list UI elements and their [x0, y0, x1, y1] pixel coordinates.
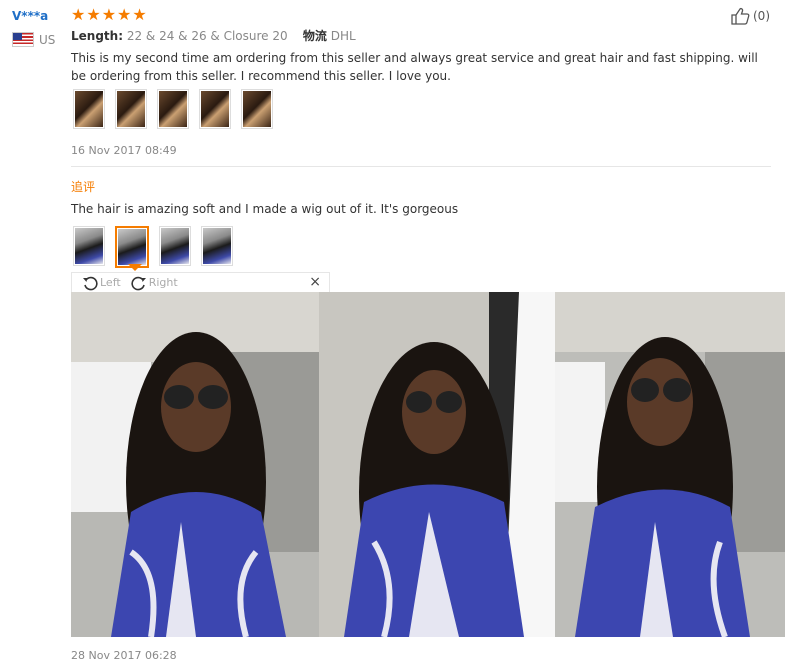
- followup-photo-thumb[interactable]: [201, 226, 233, 266]
- divider: [71, 166, 771, 167]
- review-date: 16 Nov 2017 08:49: [71, 144, 177, 157]
- helpful-button[interactable]: (0): [730, 7, 770, 25]
- rotate-left-button[interactable]: Left: [82, 275, 121, 291]
- length-value: 22 & 24 & 26 & Closure 20: [126, 29, 288, 43]
- close-icon[interactable]: ×: [309, 274, 321, 290]
- selfie-photo: [319, 292, 555, 637]
- reviewer-name[interactable]: V***a: [12, 9, 48, 23]
- rotate-left-label: Left: [100, 276, 121, 289]
- rotate-right-label: Right: [148, 276, 178, 289]
- review-photo-thumb[interactable]: [73, 89, 105, 129]
- image-viewer-toolbar: Left Right ×: [71, 272, 330, 292]
- rotate-right-button[interactable]: Right: [131, 275, 178, 291]
- order-meta: Length: 22 & 24 & 26 & Closure 20 物流 DHL: [71, 27, 356, 44]
- followup-photo-list: [73, 226, 233, 268]
- likes-count: (0): [753, 9, 770, 23]
- followup-photo-thumb-selected[interactable]: [115, 226, 149, 268]
- review-photo-thumb[interactable]: [241, 89, 273, 129]
- selfie-photo: [555, 292, 785, 637]
- us-flag-icon: [12, 32, 34, 47]
- review-photo-thumb[interactable]: [115, 89, 147, 129]
- followup-label: 追评: [71, 180, 96, 194]
- followup-photo-thumb[interactable]: [159, 226, 191, 266]
- review-text: This is my second time am ordering from …: [71, 51, 758, 83]
- country-code: US: [39, 32, 56, 47]
- enlarged-photo: [555, 292, 785, 637]
- review-photo-thumb[interactable]: [199, 89, 231, 129]
- rotate-left-icon: [83, 276, 98, 290]
- thumbs-up-icon: [731, 7, 750, 25]
- followup-text: The hair is amazing soft and I made a wi…: [71, 202, 459, 216]
- shipping-value: DHL: [330, 29, 356, 43]
- selected-thumb-pointer: [128, 264, 142, 271]
- followup-date: 28 Nov 2017 06:28: [71, 649, 177, 662]
- selfie-photo: [71, 292, 319, 637]
- review-photo-list: [73, 89, 273, 129]
- star-rating: ★★★★★: [71, 5, 148, 24]
- enlarged-photo: [71, 292, 319, 637]
- reviewer-country: US: [12, 32, 55, 47]
- length-label: Length:: [71, 29, 123, 43]
- followup-photo-thumb[interactable]: [73, 226, 105, 266]
- review-photo-thumb[interactable]: [157, 89, 189, 129]
- rotate-right-icon: [131, 276, 146, 290]
- shipping-label: 物流: [302, 29, 327, 43]
- enlarged-photo: [319, 292, 555, 637]
